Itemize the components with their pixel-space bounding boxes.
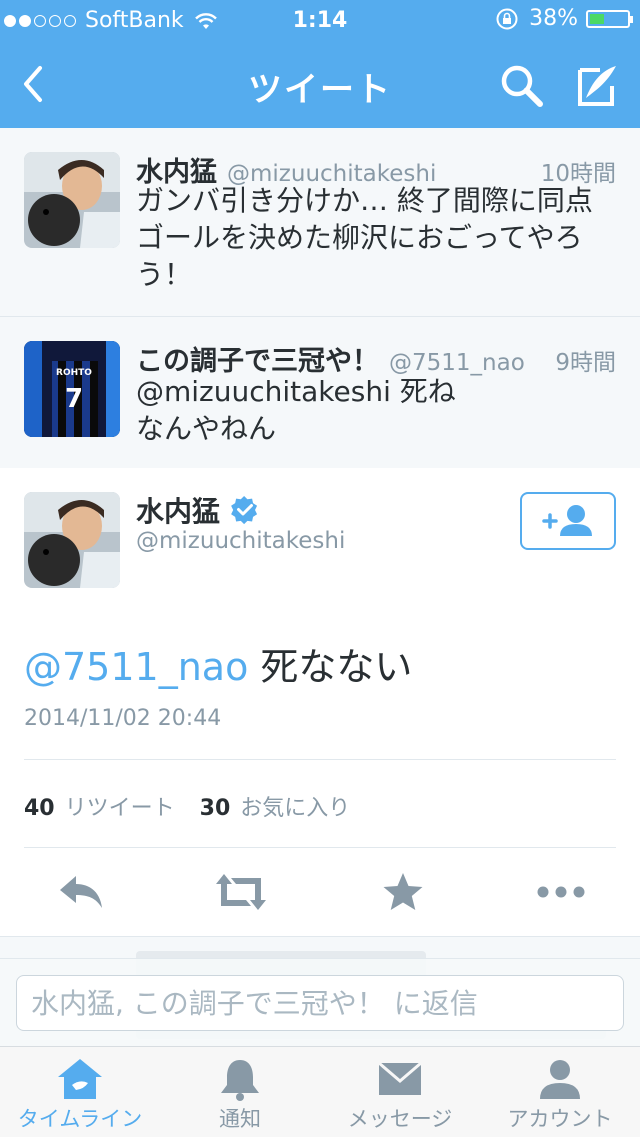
tab-label: タイムライン bbox=[17, 1107, 143, 1131]
tweet-text-line: う！ bbox=[136, 258, 193, 291]
favorite-stat[interactable]: 30 お気に入り bbox=[200, 796, 351, 821]
search-icon[interactable] bbox=[498, 62, 546, 110]
avatar-image bbox=[24, 152, 120, 248]
person-icon bbox=[540, 1060, 580, 1099]
tweet-timestamp: 2014/11/02 20:44 bbox=[24, 706, 222, 731]
tweet-text-line: @mizuuchitakeshi 死ね bbox=[136, 375, 456, 408]
compose-tweet-icon[interactable] bbox=[572, 62, 620, 110]
home-icon bbox=[58, 1059, 102, 1099]
svg-text:7: 7 bbox=[65, 384, 83, 414]
retweet-stat[interactable]: 40 リツイート bbox=[24, 796, 175, 821]
avatar[interactable] bbox=[24, 152, 120, 248]
tab-messages[interactable]: メッセージ bbox=[320, 1047, 480, 1137]
tweet-body: @7511_nao 死なない bbox=[24, 636, 412, 691]
tab-notifications[interactable]: 通知 bbox=[160, 1047, 320, 1137]
add-user-icon bbox=[542, 505, 592, 536]
verified-badge-icon bbox=[231, 495, 258, 525]
tweet-stats: 40 リツイート 30 お気に入り bbox=[24, 790, 350, 822]
bell-icon bbox=[221, 1060, 259, 1101]
mention-link[interactable]: @7511_nao bbox=[24, 645, 248, 689]
favorite-star-icon[interactable] bbox=[378, 870, 428, 914]
navigation-bar: ツイート bbox=[0, 40, 640, 128]
envelope-icon bbox=[378, 1061, 422, 1095]
svg-text:ROHTO: ROHTO bbox=[56, 368, 92, 378]
status-bar: SoftBank 1:14 38% bbox=[0, 0, 640, 40]
battery-fill bbox=[590, 13, 604, 24]
reply-bar bbox=[0, 958, 640, 1047]
reply-icon[interactable] bbox=[56, 870, 106, 914]
tab-bar: タイムライン 通知 メッセージ アカウント bbox=[0, 1046, 640, 1137]
retweet-icon[interactable] bbox=[214, 870, 268, 914]
avatar-image bbox=[24, 492, 120, 588]
more-options-icon[interactable] bbox=[536, 870, 586, 914]
tab-account[interactable]: アカウント bbox=[480, 1047, 640, 1137]
favorite-count: 30 bbox=[199, 796, 231, 821]
avatar[interactable] bbox=[24, 492, 120, 588]
avatar[interactable]: 7 ROHTO bbox=[24, 341, 120, 437]
reply-input[interactable] bbox=[16, 975, 624, 1031]
tweet-row[interactable]: 7 ROHTO この調子で三冠や！ @7511_nao 9時間 @mizuuch… bbox=[0, 317, 640, 469]
tweet-actions bbox=[0, 848, 640, 936]
tweet-text: @mizuuchitakeshi 死ね なんやねん bbox=[136, 373, 618, 447]
rotation-lock-icon bbox=[496, 8, 518, 29]
follow-button[interactable] bbox=[520, 492, 616, 550]
divider bbox=[24, 759, 616, 760]
tweet-body-text: 死なない bbox=[260, 645, 413, 689]
main-tweet: 水内猛 @mizuuchitakeshi @7511_nao 死なない 2014… bbox=[0, 468, 640, 936]
tab-label: 通知 bbox=[219, 1107, 261, 1131]
tweet-author-name[interactable]: 水内猛 bbox=[136, 490, 220, 530]
tab-label: アカウント bbox=[507, 1107, 613, 1131]
retweet-label: リツイート bbox=[64, 796, 175, 821]
battery-percentage: 38% bbox=[529, 6, 578, 31]
favorite-label: お気に入り bbox=[240, 796, 351, 821]
retweet-count: 40 bbox=[24, 796, 55, 821]
tweet-time: 9時間 bbox=[555, 350, 616, 376]
tab-label: メッセージ bbox=[347, 1107, 453, 1131]
tweet-author-handle: @mizuuchitakeshi bbox=[136, 528, 346, 554]
battery-icon bbox=[586, 9, 633, 28]
tweet-text-line: ゴールを決めた柳沢におごってやろ bbox=[136, 221, 583, 254]
tab-timeline[interactable]: タイムライン bbox=[0, 1047, 160, 1137]
tweet-text: ガンバ引き分けか… 終了間際に同点 ゴールを決めた柳沢におごってやろ う！ bbox=[136, 182, 618, 293]
tweet-text-line: ガンバ引き分けか… 終了間際に同点 bbox=[136, 184, 593, 217]
tweet-text-line: なんやねん bbox=[136, 412, 277, 445]
tweet-row[interactable]: 水内猛 @mizuuchitakeshi 10時間 ガンバ引き分けか… 終了間際… bbox=[0, 128, 640, 317]
avatar-image: 7 ROHTO bbox=[24, 341, 120, 437]
